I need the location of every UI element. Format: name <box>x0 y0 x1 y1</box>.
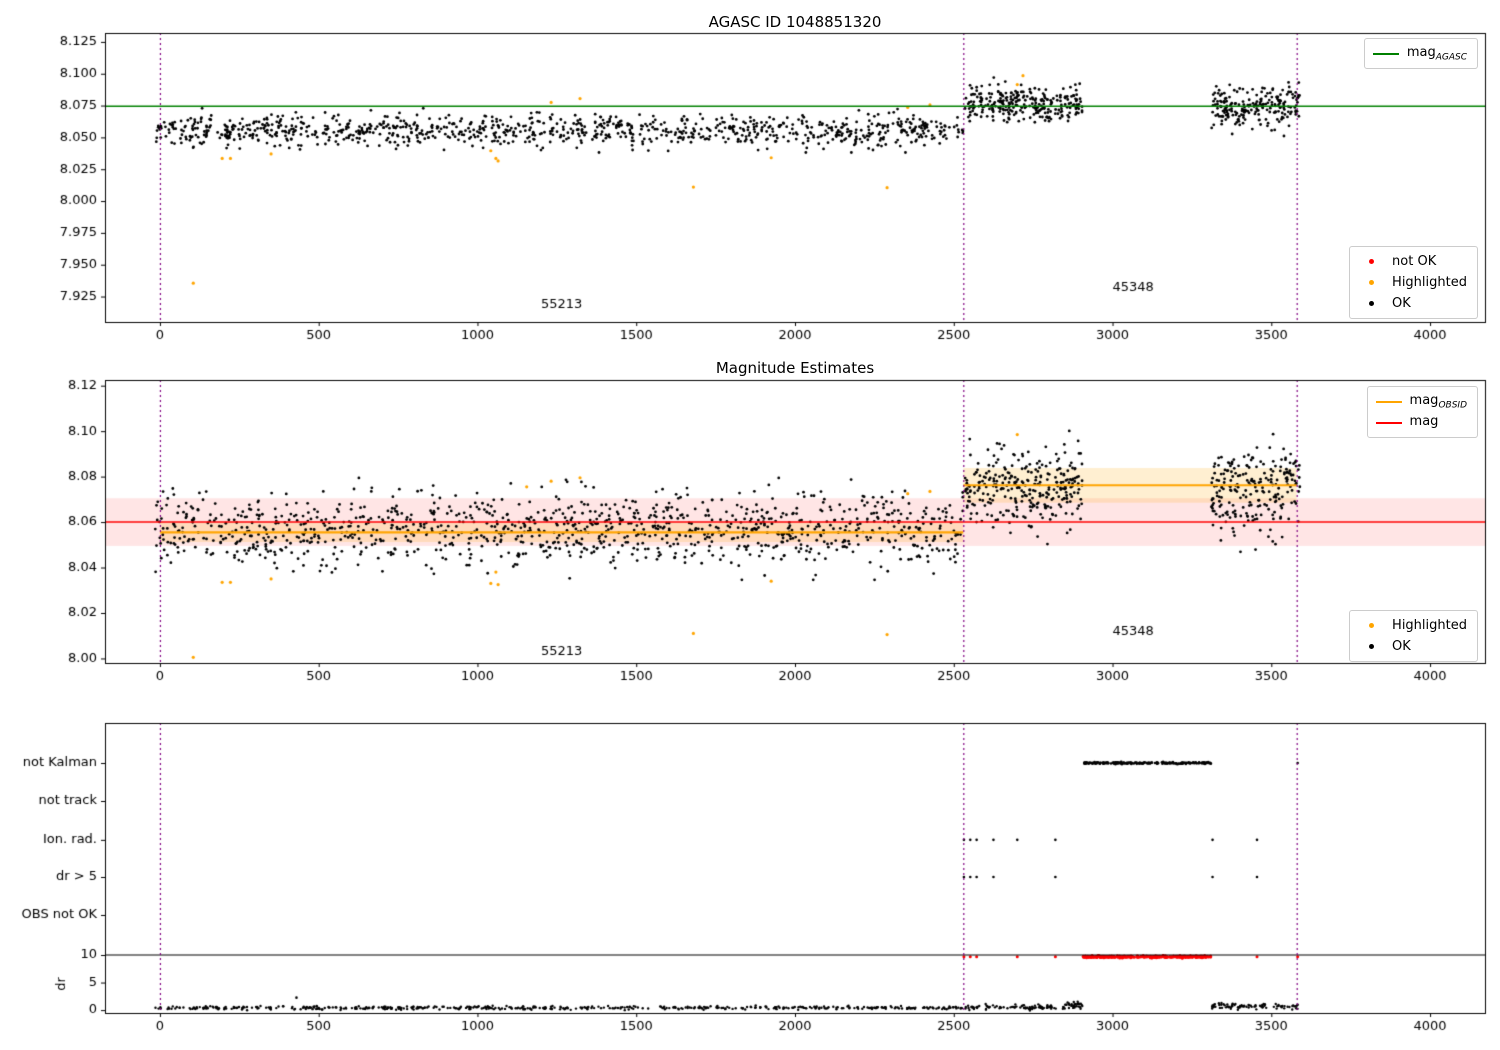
figure: AGASC ID 1048851320 Magnitude Estimates … <box>0 0 1500 1050</box>
mag-agasc-line-sample <box>1373 53 1399 55</box>
legend-mag-obsid: magOBSID mag <box>1367 386 1478 438</box>
highlighted-marker-sample <box>1369 623 1374 628</box>
legend-label-mag: mag <box>1410 414 1439 432</box>
ok-marker-sample <box>1369 301 1374 306</box>
ok-marker-sample <box>1369 644 1374 649</box>
ok-marker-sample-wrap <box>1358 644 1384 649</box>
legend-item-ok: OK <box>1358 293 1467 314</box>
legend-mag-agasc: magAGASC <box>1364 38 1478 69</box>
legend-mid-markers: Highlighted OK <box>1349 610 1478 662</box>
mag-line-sample <box>1376 422 1402 424</box>
highlighted-marker-sample-wrap <box>1358 623 1384 628</box>
legend-item-highlighted: Highlighted <box>1358 272 1467 293</box>
legend-item-not-ok: not OK <box>1358 251 1467 272</box>
legend-item-mag-obsid: magOBSID <box>1376 391 1467 412</box>
not-ok-marker-sample <box>1369 259 1374 264</box>
not-ok-marker-sample-wrap <box>1358 259 1384 264</box>
panel2-title: Magnitude Estimates <box>105 359 1485 377</box>
legend-label-mag-agasc: magAGASC <box>1407 45 1467 63</box>
legend-label-mag-obsid: magOBSID <box>1410 393 1467 411</box>
legend-item-mag-agasc: magAGASC <box>1373 43 1467 64</box>
panel1-title: AGASC ID 1048851320 <box>105 13 1485 31</box>
mag-obsid-line-sample <box>1376 401 1402 403</box>
legend-label-ok: OK <box>1392 296 1411 311</box>
legend-label-highlighted-mid: Highlighted <box>1392 618 1467 633</box>
chart-canvas <box>0 0 1500 1050</box>
highlighted-marker-sample-wrap <box>1358 280 1384 285</box>
legend-label-highlighted: Highlighted <box>1392 275 1467 290</box>
highlighted-marker-sample <box>1369 280 1374 285</box>
legend-top-markers: not OK Highlighted OK <box>1349 246 1478 319</box>
legend-label-ok-mid: OK <box>1392 639 1411 654</box>
legend-item-ok-mid: OK <box>1358 636 1467 657</box>
legend-item-mag: mag <box>1376 412 1467 433</box>
ok-marker-sample-wrap <box>1358 301 1384 306</box>
legend-item-highlighted-mid: Highlighted <box>1358 615 1467 636</box>
legend-label-not-ok: not OK <box>1392 254 1436 269</box>
